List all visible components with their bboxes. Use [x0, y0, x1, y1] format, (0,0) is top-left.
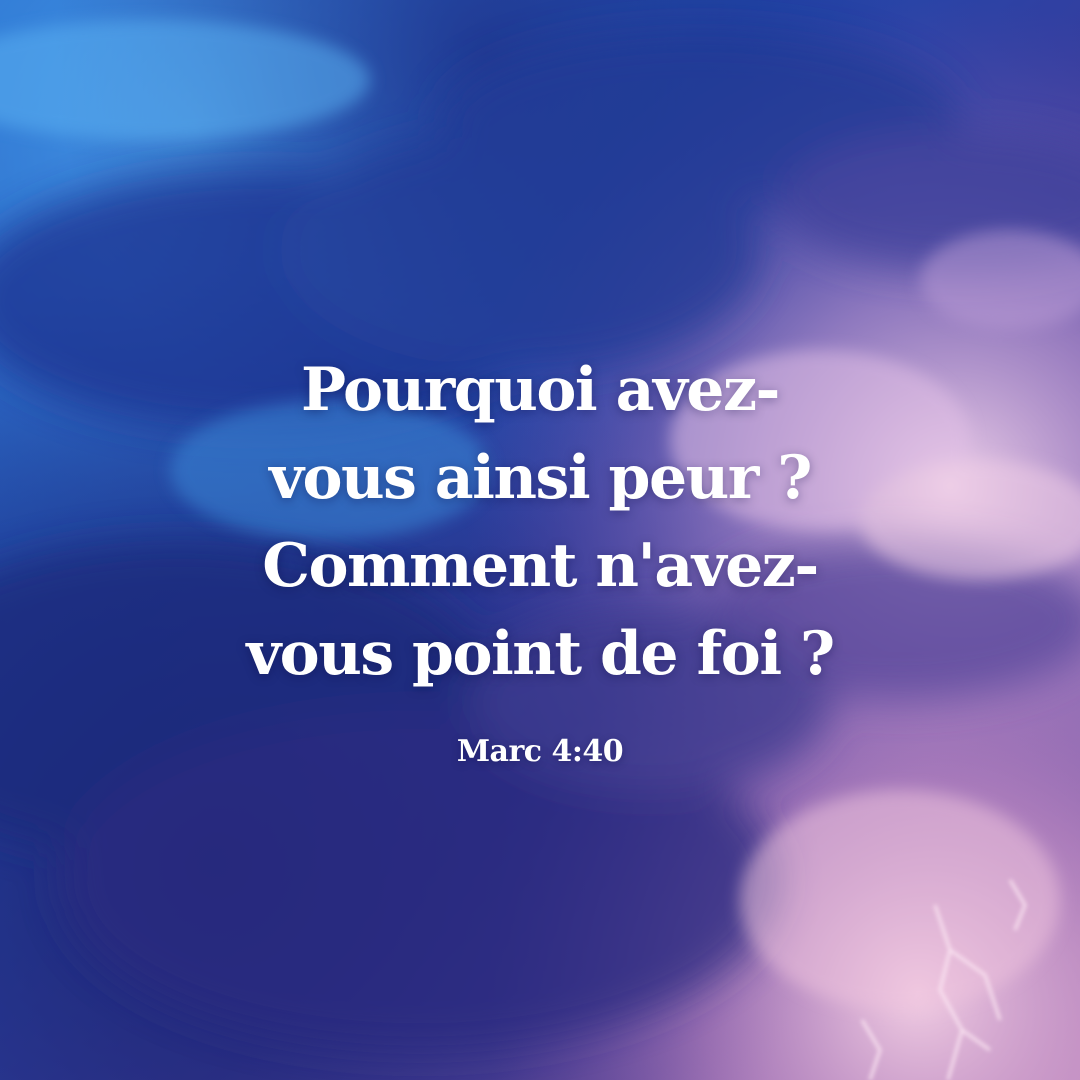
verse-reference: Marc 4:40 — [456, 734, 624, 769]
verse-line: vous ainsi peur ? — [269, 443, 812, 513]
verse-line: vous point de foi ? — [246, 619, 835, 689]
verse-quote: Pourquoi avez- vous ainsi peur ? Comment… — [160, 346, 920, 698]
text-overlay: Pourquoi avez- vous ainsi peur ? Comment… — [0, 0, 1080, 1080]
verse-card: Pourquoi avez- vous ainsi peur ? Comment… — [0, 0, 1080, 1080]
verse-line: Pourquoi avez- — [301, 355, 780, 425]
verse-line: Comment n'avez- — [262, 531, 819, 601]
